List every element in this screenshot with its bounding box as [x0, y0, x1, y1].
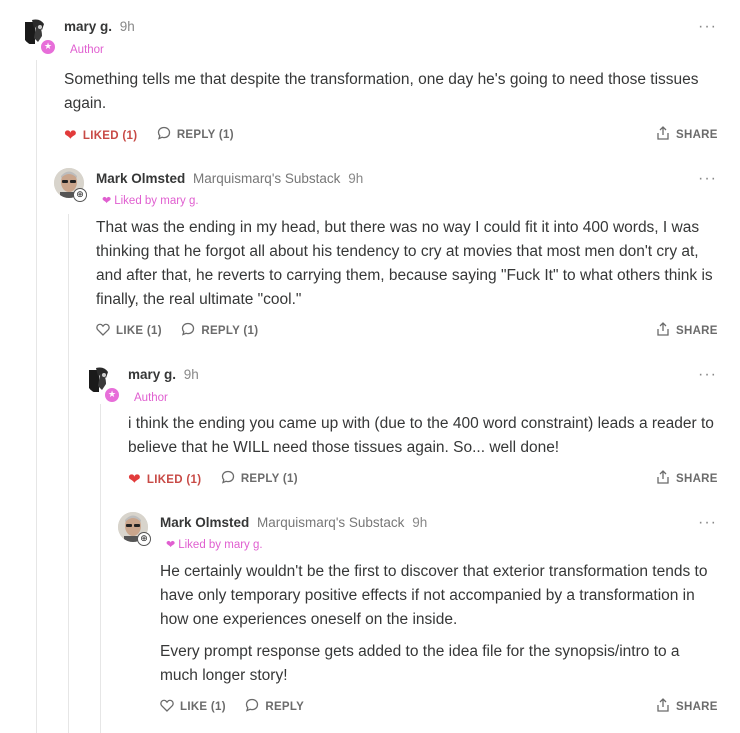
comment-meta: Mark Olmsted Marquismarq's Substack 9h	[160, 515, 427, 530]
share-icon	[656, 698, 670, 715]
share-button[interactable]: SHARE	[656, 698, 718, 715]
more-icon[interactable]: ···	[698, 18, 717, 36]
liked-by-text: Liked by mary g.	[178, 539, 263, 551]
comment-body: He certainly wouldn't be the first to di…	[160, 560, 716, 696]
share-label: SHARE	[676, 700, 718, 713]
like-label: LIKED (1)	[146, 473, 202, 486]
like-button[interactable]: ❤ LIKED (1)	[128, 472, 201, 487]
share-label: SHARE	[676, 128, 718, 141]
comment-actions: ❤ LIKED (1) REPLY (1)	[128, 470, 314, 488]
heart-outline-icon	[160, 699, 174, 715]
like-button[interactable]: LIKE (1)	[96, 323, 162, 339]
reply-label: REPLY (1)	[201, 324, 259, 337]
share-label: SHARE	[676, 472, 718, 485]
speech-bubble-icon	[181, 322, 195, 339]
comment-meta: mary g. 9h	[64, 19, 135, 34]
share-button[interactable]: SHARE	[656, 470, 718, 487]
liked-by-text: Liked by mary g.	[114, 195, 199, 207]
heart-outline-icon	[96, 323, 110, 339]
share-icon	[656, 126, 670, 143]
speech-bubble-icon	[245, 698, 259, 715]
comment: ★ mary g. 9h Author ··· i think the endi…	[86, 364, 722, 494]
reply-label: REPLY (1)	[240, 472, 298, 485]
comment-body: That was the ending in my head, but ther…	[96, 216, 716, 320]
timestamp[interactable]: 9h	[348, 171, 363, 186]
publication-name[interactable]: Marquismarq's Substack	[193, 171, 340, 186]
reply-label: REPLY (1)	[176, 128, 234, 141]
heart-icon: ❤	[64, 127, 77, 144]
reply-button[interactable]: REPLY	[245, 698, 304, 715]
speech-bubble-icon	[221, 470, 235, 487]
timestamp[interactable]: 9h	[184, 367, 199, 382]
comment-meta: mary g. 9h	[128, 367, 199, 382]
more-icon[interactable]: ···	[698, 514, 717, 532]
comment-paragraph: He certainly wouldn't be the first to di…	[160, 563, 708, 628]
more-icon[interactable]: ···	[698, 170, 717, 188]
share-label: SHARE	[676, 324, 718, 337]
share-icon	[656, 322, 670, 339]
reply-button[interactable]: REPLY (1)	[157, 126, 234, 143]
comment: ★ mary g. 9h Author ··· Something tells …	[22, 16, 722, 146]
like-label: LIKE (1)	[180, 701, 226, 713]
comment-body: Something tells me that despite the tran…	[64, 68, 724, 124]
author-name[interactable]: Mark Olmsted	[160, 515, 249, 530]
comment: ⊕ Mark Olmsted Marquismarq's Substack 9h…	[118, 512, 722, 727]
like-label: LIKED (1)	[82, 129, 138, 142]
subscriber-badge-icon: ⊕	[73, 188, 87, 202]
reply-button[interactable]: REPLY (1)	[181, 322, 258, 339]
author-role-label: Author	[134, 392, 168, 404]
thread-line	[36, 60, 37, 733]
liked-by-label: ❤ Liked by mary g.	[166, 538, 263, 551]
heart-icon: ❤	[102, 195, 112, 207]
like-button[interactable]: ❤ LIKED (1)	[64, 128, 137, 143]
author-badge-icon: ★	[103, 386, 121, 404]
timestamp[interactable]: 9h	[120, 19, 135, 34]
comment-body: i think the ending you came up with (due…	[128, 412, 718, 468]
author-name[interactable]: mary g.	[128, 367, 176, 382]
comment-paragraph: That was the ending in my head, but ther…	[96, 219, 713, 308]
comment: ⊕ Mark Olmsted Marquismarq's Substack 9h…	[54, 168, 722, 348]
heart-icon: ❤	[166, 539, 176, 551]
comment-paragraph: Something tells me that despite the tran…	[64, 71, 699, 112]
author-name[interactable]: Mark Olmsted	[96, 171, 185, 186]
reply-label: REPLY	[265, 700, 305, 713]
more-icon[interactable]: ···	[698, 366, 717, 384]
liked-by-label: ❤ Liked by mary g.	[102, 194, 199, 207]
author-badge-icon: ★	[39, 38, 57, 56]
reply-button[interactable]: REPLY (1)	[221, 470, 298, 487]
comment-paragraph: Every prompt response gets added to the …	[160, 643, 680, 684]
comment-meta: Mark Olmsted Marquismarq's Substack 9h	[96, 171, 363, 186]
heart-icon: ❤	[128, 471, 141, 488]
timestamp[interactable]: 9h	[412, 515, 427, 530]
share-button[interactable]: SHARE	[656, 322, 718, 339]
publication-name[interactable]: Marquismarq's Substack	[257, 515, 404, 530]
comment-paragraph: i think the ending you came up with (due…	[128, 415, 714, 456]
comment-actions: ❤ LIKED (1) REPLY (1)	[64, 126, 250, 144]
like-button[interactable]: LIKE (1)	[160, 699, 226, 715]
comment-actions: LIKE (1) REPLY (1)	[96, 322, 274, 340]
like-label: LIKE (1)	[116, 325, 162, 337]
author-role-label: Author	[70, 44, 104, 56]
author-name[interactable]: mary g.	[64, 19, 112, 34]
comment-actions: LIKE (1) REPLY	[160, 698, 320, 716]
share-button[interactable]: SHARE	[656, 126, 718, 143]
speech-bubble-icon	[157, 126, 171, 143]
share-icon	[656, 470, 670, 487]
subscriber-badge-icon: ⊕	[137, 532, 151, 546]
